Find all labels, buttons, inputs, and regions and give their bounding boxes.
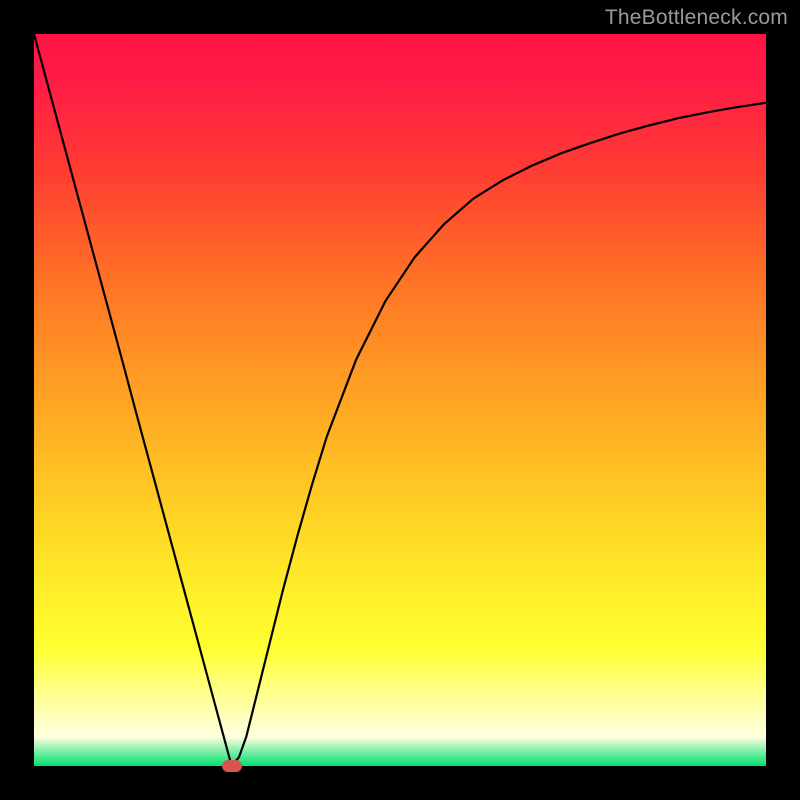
watermark-text: TheBottleneck.com [605, 6, 788, 30]
bottleneck-curve [34, 34, 766, 766]
chart-stage: TheBottleneck.com [0, 0, 800, 800]
curve-path [34, 34, 766, 766]
minimum-marker [222, 760, 242, 772]
